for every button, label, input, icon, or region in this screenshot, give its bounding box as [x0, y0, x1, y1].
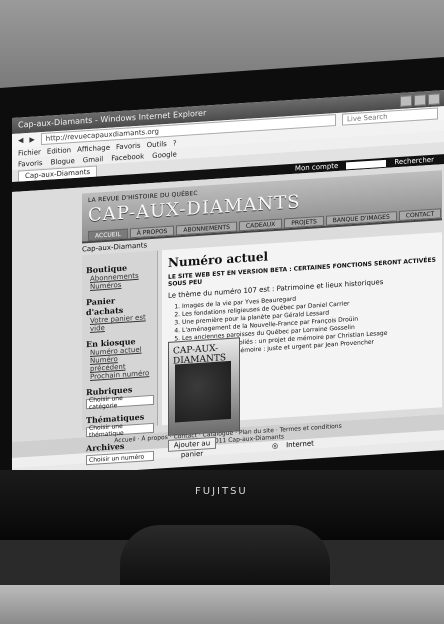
- nav-tab[interactable]: ACCUEIL: [88, 228, 128, 242]
- issue-cover[interactable]: CAP-AUX-DIAMANTS: [168, 337, 240, 436]
- cart-status: Votre panier est vide: [90, 313, 146, 333]
- menu-item[interactable]: Outils: [147, 139, 167, 148]
- maximize-button[interactable]: [414, 94, 426, 107]
- web-page: LA REVUE D'HISTOIRE DU QUÉBEC CAP-AUX-DI…: [12, 164, 444, 466]
- nav-tab[interactable]: ABONNEMENTS: [176, 221, 237, 236]
- nav-tab[interactable]: CONTACT: [398, 208, 442, 221]
- nav-tab[interactable]: CADEAUX: [238, 218, 283, 232]
- desk-surface: [0, 585, 444, 624]
- sidebar: Boutique Abonnements Numéros Panier d'ac…: [82, 250, 158, 466]
- menu-item[interactable]: Fichier: [18, 148, 41, 157]
- menu-item[interactable]: ?: [173, 139, 177, 147]
- minimize-button[interactable]: [400, 95, 412, 107]
- favorites-item[interactable]: Gmail: [83, 155, 103, 164]
- back-icon[interactable]: ◀: [18, 136, 23, 144]
- menu-item[interactable]: Favoris: [116, 141, 141, 151]
- window-controls: [400, 93, 440, 107]
- close-button[interactable]: [428, 93, 440, 106]
- favorites-item[interactable]: Favoris: [18, 159, 43, 169]
- zone-label: Internet: [286, 439, 314, 450]
- favorites-item[interactable]: Google: [152, 150, 177, 160]
- main-content: Numéro actuel LE SITE WEB EST EN VERSION…: [162, 232, 442, 459]
- category-select[interactable]: Choisir une catégorie: [86, 394, 154, 411]
- cover-image: [175, 360, 231, 423]
- forward-icon[interactable]: ▶: [29, 136, 34, 144]
- nav-tab[interactable]: À PROPOS: [129, 225, 175, 239]
- nav-tab[interactable]: BANQUE D'IMAGES: [325, 211, 397, 226]
- monitor-brand-logo: FUJITSU: [195, 486, 248, 497]
- nav-tab[interactable]: PROJETS: [284, 215, 324, 229]
- theme-select[interactable]: Choisir une thématique: [86, 422, 154, 439]
- screen: Cap-aux-Diamants - Windows Internet Expl…: [12, 90, 444, 478]
- favorites-item[interactable]: Facebook: [111, 152, 144, 162]
- globe-icon: ◎: [272, 441, 279, 451]
- menu-item[interactable]: Affichage: [77, 143, 110, 153]
- menu-item[interactable]: Edition: [47, 146, 71, 156]
- favorites-item[interactable]: Blogue: [51, 156, 75, 166]
